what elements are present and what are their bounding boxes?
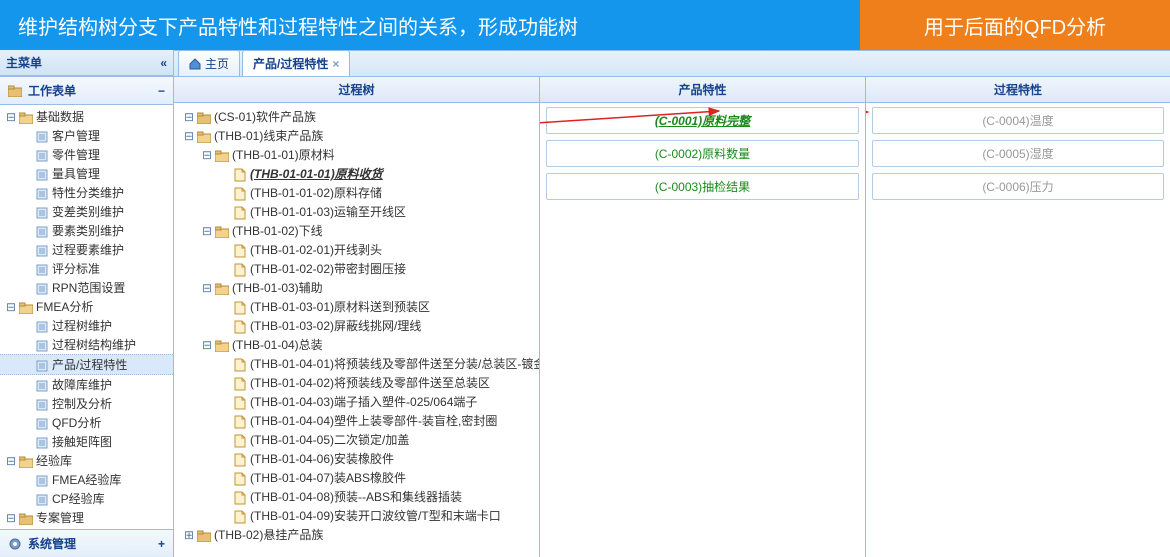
tab-home-label: 主页 (205, 55, 229, 72)
process-char-header: 过程特性 (866, 77, 1170, 103)
process-tree-body[interactable]: ⊟(CS-01)软件产品族⊟(THB-01)线束产品族⊟(THB-01-01)原… (174, 103, 539, 557)
process-tree-node[interactable]: ⊟(THB-01-03)辅助 (180, 278, 533, 297)
process-char-body: (C-0004)温度 (C-0005)湿度 (C-0006)压力 (866, 103, 1170, 557)
process-tree-header: 过程树 (174, 77, 539, 103)
gear-icon (8, 536, 22, 551)
left-tree-node[interactable]: QFD分析 (0, 413, 173, 432)
process-tree-node[interactable]: ⊟(CS-01)软件产品族 (180, 107, 533, 126)
process-tree-node[interactable]: ⊟(THB-01)线束产品族 (180, 126, 533, 145)
process-char-pill[interactable]: (C-0005)湿度 (872, 140, 1164, 167)
process-char-pill[interactable]: (C-0006)压力 (872, 173, 1164, 200)
left-tree-node[interactable]: ⊟基础数据 (0, 107, 173, 126)
tab-strip: 主页 产品/过程特性 × (174, 51, 1170, 77)
left-tree-node[interactable]: 过程树维护 (0, 316, 173, 335)
worksheet-section[interactable]: 工作表单 − (0, 76, 173, 105)
left-tree-node[interactable]: 零件管理 (0, 145, 173, 164)
process-tree-node[interactable]: (THB-01-01-01)原料收货 (180, 164, 533, 183)
process-tree-node[interactable]: (THB-01-04-01)将预装线及零部件送至分装/总装区-镀金端子 (180, 354, 533, 373)
process-tree-node[interactable]: (THB-01-04-04)塑件上装零部件-装盲栓,密封圈 (180, 411, 533, 430)
product-char-pill[interactable]: (C-0003)抽检结果 (546, 173, 859, 200)
process-tree-node[interactable]: ⊞(THB-02)悬挂产品族 (180, 525, 533, 544)
left-tree-node[interactable]: 客户管理 (0, 126, 173, 145)
right-panel: 主页 产品/过程特性 × 过程树 ⊟(CS-01)软件产品族⊟(THB-01)线… (174, 50, 1170, 557)
process-char-column: 过程特性 (C-0004)温度 (C-0005)湿度 (C-0006)压力 (866, 77, 1170, 557)
banner-orange: 用于后面的QFD分析 (860, 0, 1170, 50)
collapse-left-icon[interactable]: « (160, 56, 167, 70)
sysmgmt-label: 系统管理 (28, 535, 76, 552)
left-tree-node[interactable]: RPN范围设置 (0, 278, 173, 297)
product-char-pill[interactable]: (C-0002)原料数量 (546, 140, 859, 167)
left-tree-node[interactable]: 过程要素维护 (0, 240, 173, 259)
main-menu-header: 主菜单 « (0, 50, 173, 76)
process-tree-node[interactable]: (THB-01-03-02)屏蔽线挑网/理线 (180, 316, 533, 335)
left-tree-node[interactable]: 特性分类维护 (0, 183, 173, 202)
left-tree[interactable]: ⊟基础数据客户管理零件管理量具管理特性分类维护变差类别维护要素类别维护过程要素维… (0, 105, 173, 529)
process-tree-node[interactable]: (THB-01-04-09)安装开口波纹管/T型和末端卡口 (180, 506, 533, 525)
process-tree-node[interactable]: (THB-01-02-02)带密封圈压接 (180, 259, 533, 278)
left-tree-node[interactable]: 产品/过程特性 (0, 354, 173, 375)
left-tree-node[interactable]: 变差类别维护 (0, 202, 173, 221)
left-tree-node[interactable]: 过程树结构维护 (0, 335, 173, 354)
plus-icon[interactable]: + (158, 537, 165, 551)
process-tree-node[interactable]: (THB-01-01-03)运输至开线区 (180, 202, 533, 221)
process-tree-node[interactable]: ⊟(THB-01-04)总装 (180, 335, 533, 354)
main-menu-title: 主菜单 (6, 54, 42, 71)
process-tree-node[interactable]: (THB-01-04-03)端子插入塑件-025/064端子 (180, 392, 533, 411)
process-tree-node[interactable]: (THB-01-04-08)预装--ABS和集线器插装 (180, 487, 533, 506)
left-tree-node[interactable]: CP经验库 (0, 489, 173, 508)
sysmgmt-section[interactable]: 系统管理 + (0, 529, 173, 557)
left-tree-node[interactable]: 故障库维护 (0, 375, 173, 394)
product-char-column: 产品特性 (C-0001)原料完整 (C-0002)原料数量 (C-0003)抽检结… (540, 77, 866, 557)
left-tree-node[interactable]: FMEA经验库 (0, 470, 173, 489)
process-tree-node[interactable]: (THB-01-04-06)安装橡胶件 (180, 449, 533, 468)
banner-blue: 维护结构树分支下产品特性和过程特性之间的关系，形成功能树 (0, 0, 860, 50)
left-tree-node[interactable]: 接触矩阵图 (0, 432, 173, 451)
tab-active-label: 产品/过程特性 (253, 55, 328, 72)
process-tree-node[interactable]: (THB-01-02-01)开线剥头 (180, 240, 533, 259)
left-tree-node[interactable]: 要素类别维护 (0, 221, 173, 240)
process-tree-node[interactable]: ⊟(THB-01-02)下线 (180, 221, 533, 240)
process-tree-node[interactable]: (THB-01-04-05)二次锁定/加盖 (180, 430, 533, 449)
process-tree-node[interactable]: (THB-01-04-02)将预装线及零部件送至总装区 (180, 373, 533, 392)
left-tree-node[interactable]: 控制及分析 (0, 394, 173, 413)
home-icon (189, 57, 201, 71)
product-char-body: (C-0001)原料完整 (C-0002)原料数量 (C-0003)抽检结果 (540, 103, 865, 557)
process-char-pill[interactable]: (C-0004)温度 (872, 107, 1164, 134)
process-tree-node[interactable]: (THB-01-04-07)装ABS橡胶件 (180, 468, 533, 487)
minus-icon[interactable]: − (158, 84, 165, 98)
process-tree-node[interactable]: (THB-01-03-01)原材料送到预装区 (180, 297, 533, 316)
left-panel: 主菜单 « 工作表单 − ⊟基础数据客户管理零件管理量具管理特性分类维护变差类别… (0, 50, 174, 557)
tab-product-process[interactable]: 产品/过程特性 × (242, 50, 350, 76)
process-tree-node[interactable]: ⊟(THB-01-01)原材料 (180, 145, 533, 164)
worksheet-label: 工作表单 (28, 82, 76, 99)
left-tree-node[interactable]: ⊟经验库 (0, 451, 173, 470)
left-tree-node[interactable]: ⊟FMEA分析 (0, 297, 173, 316)
close-icon[interactable]: × (332, 57, 339, 71)
tab-home[interactable]: 主页 (178, 50, 240, 76)
left-tree-node[interactable]: 评分标准 (0, 259, 173, 278)
process-tree-column: 过程树 ⊟(CS-01)软件产品族⊟(THB-01)线束产品族⊟(THB-01-… (174, 77, 540, 557)
left-tree-node[interactable]: 量具管理 (0, 164, 173, 183)
product-char-pill[interactable]: (C-0001)原料完整 (546, 107, 859, 134)
product-char-header: 产品特性 (540, 77, 865, 103)
left-tree-node[interactable]: ⊟专案管理 (0, 508, 173, 527)
folder-icon (8, 84, 22, 98)
process-tree-node[interactable]: (THB-01-01-02)原料存储 (180, 183, 533, 202)
